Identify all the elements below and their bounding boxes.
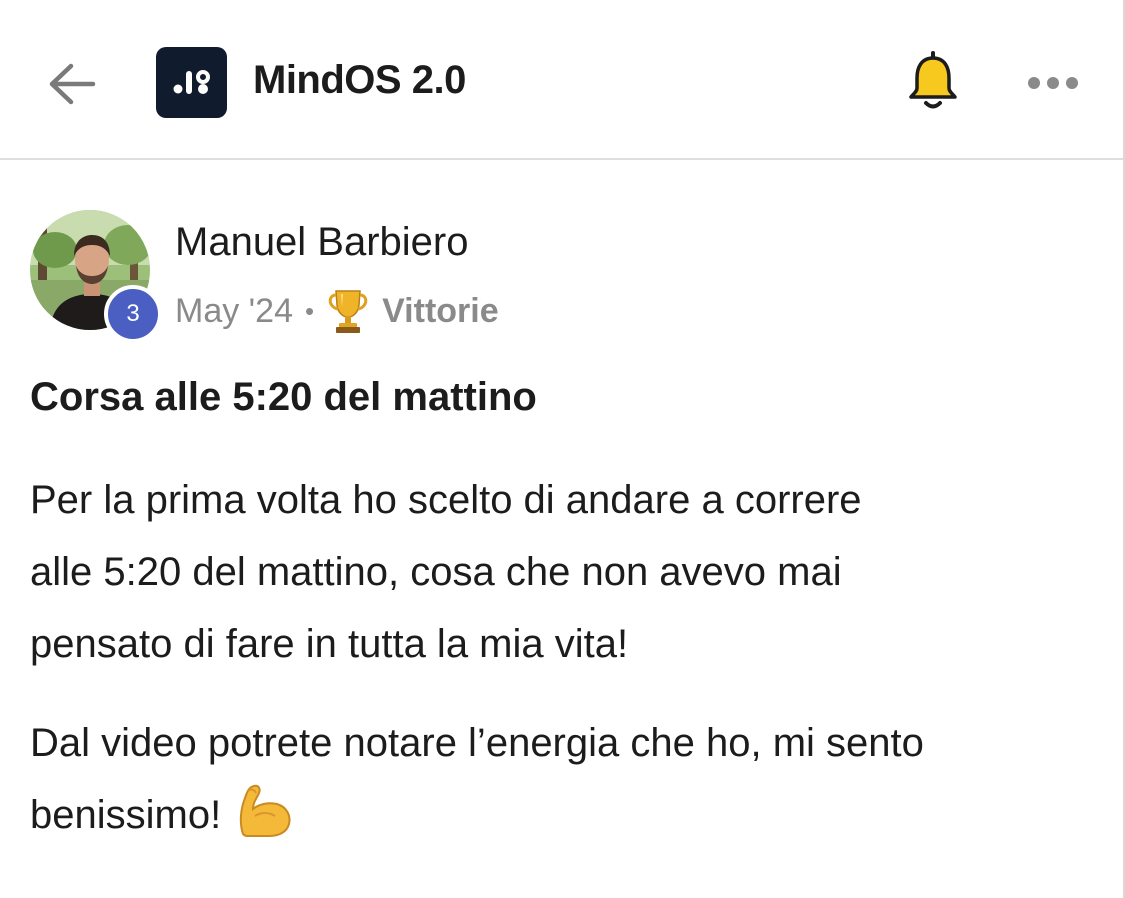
more-horizontal-icon [1028,77,1078,89]
more-options-button[interactable] [1020,60,1086,106]
post-body: Per la prima volta ho scelto di andare a… [30,464,1110,851]
post-meta: May '24 • Vittorie [175,287,499,335]
bell-icon [909,51,957,109]
trophy-icon [328,290,368,333]
author-name[interactable]: Manuel Barbiero [175,220,469,265]
post-paragraph: Per la prima volta ho scelto di andare a… [30,478,862,666]
arrow-left-icon [49,63,96,105]
app-title: MindOS 2.0 [253,58,466,102]
post-title: Corsa alle 5:20 del mattino [30,375,537,419]
meta-separator: • [305,295,315,326]
app-frame: MindOS 2.0 3 Manuel Barbiero May '24 • V… [0,0,1125,898]
back-button[interactable] [40,52,104,116]
notifications-button[interactable] [900,46,966,116]
level-badge: 3 [104,285,162,343]
category-link[interactable]: Vittorie [382,292,499,331]
app-logo [156,47,227,118]
post-paragraph: Dal video potrete notare l’energia che h… [30,707,1110,851]
flexed-biceps-icon [240,784,291,837]
mindos-logo-icon [173,70,210,94]
post-date: May '24 [175,291,293,330]
paragraph-text: Dal video potrete notare l’energia che h… [30,721,924,837]
top-bar: MindOS 2.0 [0,0,1123,160]
